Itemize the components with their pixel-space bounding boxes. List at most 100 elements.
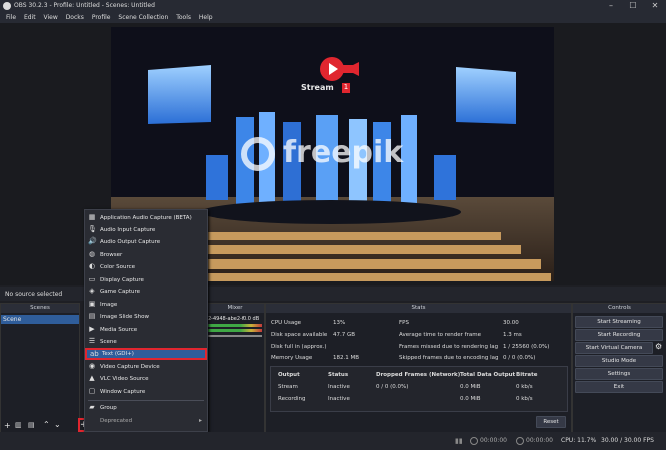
table-header: Status (328, 372, 349, 378)
menu-item-vlc-video-source[interactable]: ▲ VLC Video Source (85, 373, 207, 385)
stat-value: 1.3 ms (503, 332, 522, 338)
menu-view[interactable]: View (44, 12, 58, 23)
table-header: Bitrate (516, 372, 538, 378)
window-icon: ▢ (88, 387, 96, 395)
stat-label: FPS (399, 320, 409, 326)
menu-item-browser[interactable]: ◍ Browser (85, 249, 207, 261)
menu-item-image[interactable]: ▣ Image (85, 299, 207, 311)
table-cell: Stream (278, 384, 298, 390)
start-recording-button[interactable]: Start Recording (575, 329, 663, 341)
settings-button[interactable]: Settings (575, 368, 663, 380)
table-cell: 0 / 0 (0.0%) (376, 384, 409, 390)
minimize-button[interactable]: – (600, 0, 622, 12)
filter-icon[interactable]: ▤ (28, 421, 35, 429)
stat-value: 182.1 MB (333, 355, 360, 361)
trash-icon[interactable]: ▥ (15, 421, 22, 429)
menu-item-scene[interactable]: ☰ Scene (85, 336, 207, 348)
table-header: Output (278, 372, 300, 378)
fps-readout: 30.00 / 30.00 FPS (601, 437, 654, 444)
menu-separator (88, 400, 204, 401)
move-down-icon[interactable]: ⌄ (54, 420, 61, 429)
no-source-label: No source selected (5, 291, 63, 298)
camera-icon: ◉ (88, 362, 96, 370)
volume-meter (208, 324, 262, 327)
vlc-icon: ▲ (89, 374, 95, 382)
text-icon: ab (90, 350, 99, 358)
start-virtual-camera-button[interactable]: Start Virtual Camera (575, 342, 653, 354)
close-button[interactable]: ✕ (644, 0, 666, 12)
record-time: 00:00:00 (526, 437, 553, 444)
submenu-arrow-icon: ▸ (199, 417, 203, 424)
table-cell: 0.0 MiB (460, 396, 481, 402)
move-up-icon[interactable]: ⌃ (43, 420, 50, 429)
menu-item-audio-output-capture[interactable]: 🔊 Audio Output Capture (85, 236, 207, 248)
menu-item-image-slide-show[interactable]: ▤ Image Slide Show (85, 311, 207, 323)
table-header: Dropped Frames (Network) (376, 372, 461, 378)
scenes-dock-title: Scenes (1, 304, 79, 313)
menu-item-game-capture[interactable]: ◈ Game Capture (85, 286, 207, 298)
stat-label: Average time to render frame (399, 332, 481, 338)
gamepad-icon: ◈ (89, 287, 95, 295)
reset-button[interactable]: Reset (536, 416, 566, 428)
menu-item-window-capture[interactable]: ▢ Window Capture (85, 386, 207, 398)
menu-item-audio-input-capture[interactable]: 🎙 Audio Input Capture (85, 224, 207, 236)
menu-profile[interactable]: Profile (92, 12, 111, 23)
table-cell: Inactive (328, 396, 350, 402)
menu-scene-collection[interactable]: Scene Collection (118, 12, 168, 23)
menu-item-deprecated[interactable]: Deprecated ▸ (85, 415, 207, 427)
title-bar: OBS 30.2.3 - Profile: Untitled - Scenes:… (0, 0, 666, 12)
mixer-device-label: 2-4948-abe2-f (208, 316, 244, 322)
add-scene-icon[interactable]: + (4, 421, 11, 430)
folder-icon: ▰ (89, 403, 95, 411)
monitor-icon: ▭ (88, 275, 96, 283)
table-cell: 0.0 MiB (460, 384, 481, 390)
table-cell: 0 kb/s (516, 396, 533, 402)
menu-docks[interactable]: Docks (66, 12, 84, 23)
stat-label: CPU Usage (271, 320, 302, 326)
cpu-usage: CPU: 11.7% (561, 437, 597, 444)
menu-item-application-audio-capture[interactable]: ▦ Application Audio Capture (BETA) (85, 212, 207, 224)
obs-logo-icon (3, 2, 11, 10)
mixer-dock-title: Mixer (206, 304, 264, 313)
menu-item-group[interactable]: ▰ Group (85, 402, 207, 414)
stat-label: Frames missed due to rendering lag (399, 344, 499, 350)
volume-meter (208, 329, 262, 332)
stat-label: Memory Usage (271, 355, 313, 361)
stat-label: Disk full in (approx.) (271, 344, 327, 350)
table-header: Total Data Output (460, 372, 516, 378)
table-cell: Inactive (328, 384, 350, 390)
list-icon: ☰ (88, 337, 96, 345)
menu-item-color-source[interactable]: ◐ Color Source (85, 261, 207, 273)
logo-text: Stream (301, 83, 334, 92)
gear-icon[interactable]: ⚙ (655, 342, 662, 351)
stat-value: 1 / 25560 (0.0%) (503, 344, 550, 350)
menu-item-text-gdi[interactable]: ab Text (GDI+) (85, 348, 207, 360)
menu-item-media-source[interactable]: ▶ Media Source (85, 324, 207, 336)
maximize-button[interactable]: ☐ (622, 0, 644, 12)
table-cell: Recording (278, 396, 306, 402)
studio-mode-button[interactable]: Studio Mode (575, 355, 663, 367)
add-source-menu: ▦ Application Audio Capture (BETA) 🎙 Audio… (84, 209, 208, 432)
stream-status-icon (470, 437, 478, 445)
menu-bar: File Edit View Docks Profile Scene Colle… (0, 12, 666, 23)
image-icon: ▣ (88, 300, 96, 308)
watermark-text: freepik (283, 135, 404, 170)
menu-tools[interactable]: Tools (176, 12, 191, 23)
slideshow-icon: ▤ (88, 312, 96, 320)
menu-help[interactable]: Help (199, 12, 213, 23)
menu-item-display-capture[interactable]: ▭ Display Capture (85, 274, 207, 286)
menu-edit[interactable]: Edit (24, 12, 36, 23)
scene-item[interactable]: Scene (1, 315, 79, 324)
controls-dock: Controls Start Streaming Start Recording… (572, 303, 666, 433)
menu-item-video-capture-device[interactable]: ◉ Video Capture Device (85, 361, 207, 373)
exit-button[interactable]: Exit (575, 381, 663, 393)
speaker-icon: 🔊 (88, 237, 97, 245)
stat-label: Skipped frames due to encoding lag (399, 355, 499, 361)
scene-item-label: Scene (3, 316, 22, 323)
volume-slider[interactable] (208, 335, 262, 337)
globe-icon: ◍ (88, 250, 96, 258)
outputs-table: Output Status Dropped Frames (Network) T… (270, 366, 568, 412)
start-streaming-button[interactable]: Start Streaming (575, 316, 663, 328)
mixer-db-label: 0.0 dB (243, 316, 260, 322)
menu-file[interactable]: File (6, 12, 16, 23)
